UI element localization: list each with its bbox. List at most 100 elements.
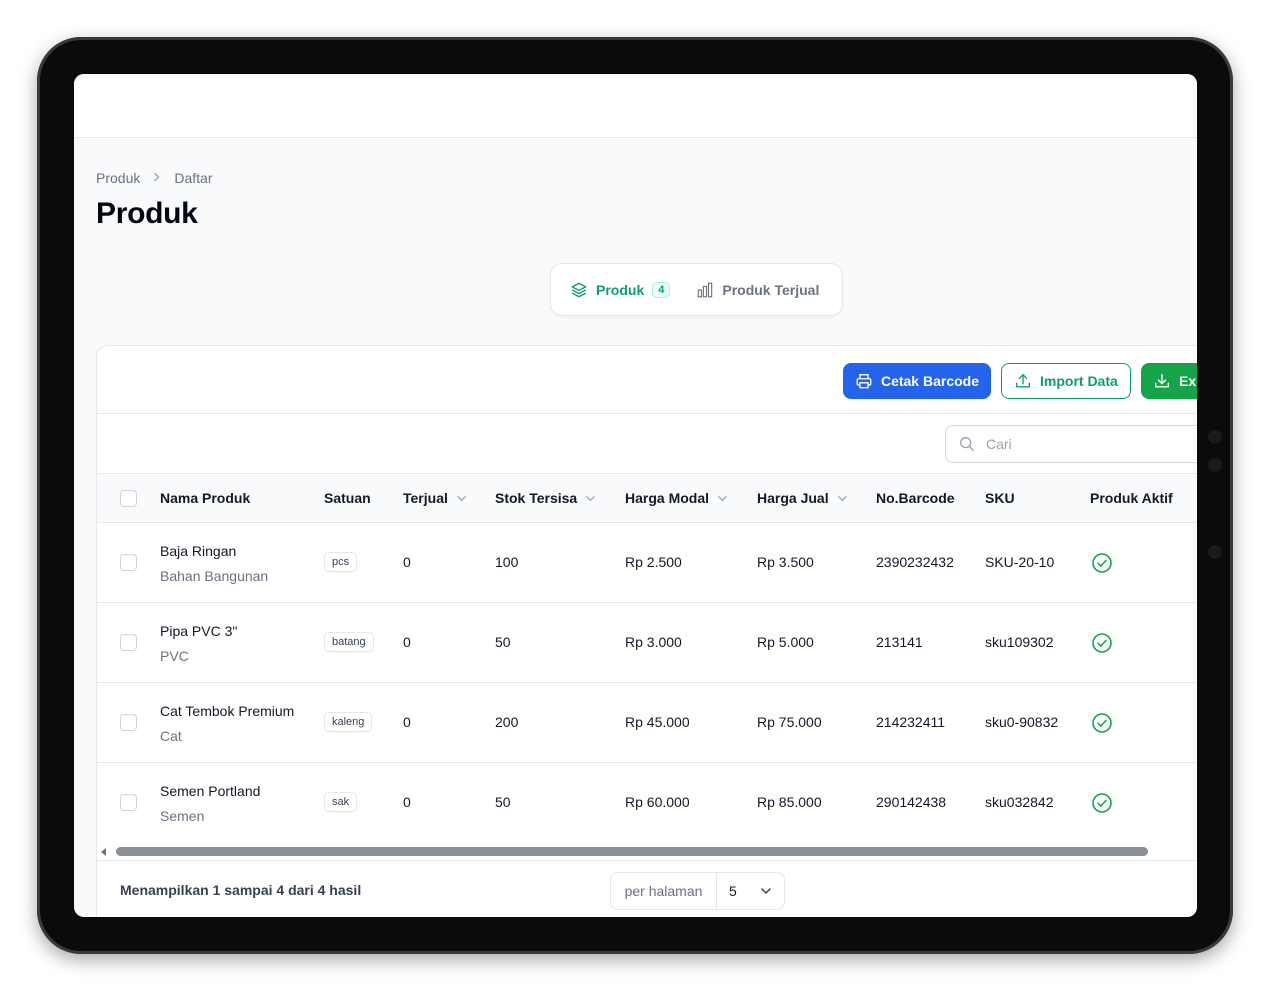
tab-produk-count: 4	[652, 281, 671, 298]
tab-bar: Produk 4 Produk Terjual	[550, 263, 843, 316]
stock-cell: 50	[495, 634, 511, 650]
page-title: Produk	[96, 197, 198, 230]
table-row[interactable]: Semen Portland Semen sak 0 50 Rp 60.000 …	[97, 763, 1197, 843]
print-barcode-button[interactable]: Cetak Barcode	[843, 363, 991, 399]
column-stok-tersisa[interactable]: Stok Tersisa	[495, 490, 596, 506]
chevron-down-icon	[718, 495, 727, 501]
search-box[interactable]	[945, 425, 1197, 463]
cost-price-cell: Rp 2.500	[625, 554, 682, 570]
table-row[interactable]: Baja Ringan Bahan Bangunan pcs 0 100 Rp …	[97, 523, 1197, 603]
sell-price-cell: Rp 85.000	[757, 794, 822, 810]
sell-price-cell: Rp 75.000	[757, 714, 822, 730]
sku-cell: SKU-20-10	[985, 554, 1055, 570]
sku-cell: sku0-90832	[985, 714, 1059, 730]
product-category: Cat	[160, 728, 182, 744]
chevron-down-icon	[586, 495, 596, 501]
row-checkbox[interactable]	[120, 554, 137, 571]
tab-produk[interactable]: Produk 4	[560, 272, 680, 308]
export-button[interactable]: Ex	[1141, 363, 1197, 399]
sku-cell: sku032842	[985, 794, 1054, 810]
check-circle-icon	[1092, 713, 1112, 733]
per-page-label: per halaman	[611, 873, 717, 909]
column-harga-modal[interactable]: Harga Modal	[625, 490, 728, 506]
per-page-value-box[interactable]: 5	[717, 883, 784, 899]
horizontal-scrollbar[interactable]	[97, 843, 1197, 861]
search-row	[97, 414, 1197, 474]
screen: Produk Daftar Produk Produk 4 Produk Ter…	[74, 74, 1197, 917]
sell-price-cell: Rp 5.000	[757, 634, 814, 650]
product-name[interactable]: Baja Ringan	[160, 543, 236, 559]
sold-cell: 0	[403, 714, 411, 730]
stock-cell: 50	[495, 794, 511, 810]
chevron-down-icon	[761, 888, 771, 895]
import-data-label: Import Data	[1040, 373, 1118, 389]
breadcrumb: Produk Daftar	[96, 170, 212, 186]
column-terjual[interactable]: Terjual	[403, 490, 467, 506]
breadcrumb-separator	[152, 171, 162, 185]
table-head: Nama Produk Satuan Terjual Stok Tersisa …	[97, 474, 1197, 523]
top-bar	[74, 74, 1197, 138]
per-page-select[interactable]: per halaman 5	[610, 872, 785, 910]
column-harga-jual[interactable]: Harga Jual	[757, 490, 848, 506]
table-header-actions: Cetak Barcode Import Data Ex	[97, 346, 1197, 414]
tab-produk-terjual-label: Produk Terjual	[722, 281, 820, 298]
camera-dot	[1208, 430, 1222, 444]
sensor-dot-2	[1208, 545, 1222, 559]
chevron-down-icon	[457, 495, 466, 501]
table-row[interactable]: Cat Tembok Premium Cat kaleng 0 200 Rp 4…	[97, 683, 1197, 763]
select-all-checkbox[interactable]	[120, 490, 137, 507]
row-checkbox[interactable]	[120, 794, 137, 811]
search-icon	[960, 437, 974, 451]
scroll-left-arrow-icon[interactable]	[101, 848, 106, 856]
stack-icon	[571, 282, 587, 297]
stock-cell: 200	[495, 714, 519, 730]
printer-icon	[856, 374, 872, 389]
product-category: Bahan Bangunan	[160, 568, 269, 584]
cost-price-cell: Rp 3.000	[625, 634, 682, 650]
product-name[interactable]: Semen Portland	[160, 783, 260, 799]
sensor-dot	[1208, 458, 1222, 472]
breadcrumb-item-produk[interactable]: Produk	[96, 170, 140, 186]
product-category: Semen	[160, 808, 205, 824]
sell-price-cell: Rp 3.500	[757, 554, 814, 570]
chevron-right-icon	[154, 172, 160, 182]
column-nama-produk: Nama Produk	[160, 490, 251, 506]
upload-icon	[1016, 374, 1030, 388]
check-circle-icon	[1092, 553, 1112, 573]
product-name[interactable]: Cat Tembok Premium	[160, 703, 294, 719]
export-label: Ex	[1179, 373, 1197, 389]
print-barcode-label: Cetak Barcode	[880, 373, 979, 389]
sold-cell: 0	[403, 794, 411, 810]
cost-price-cell: Rp 60.000	[625, 794, 690, 810]
scrollbar-thumb[interactable]	[116, 847, 1148, 856]
per-page-value: 5	[729, 883, 737, 899]
pagination-footer: Menampilkan 1 sampai 4 dari 4 hasil per …	[97, 860, 1197, 917]
cost-price-cell: Rp 45.000	[625, 714, 690, 730]
barcode-cell: 214232411	[876, 714, 946, 730]
tab-produk-label: Produk	[596, 281, 645, 298]
check-circle-icon	[1092, 633, 1112, 653]
pagination-summary: Menampilkan 1 sampai 4 dari 4 hasil	[120, 882, 362, 898]
tab-produk-terjual[interactable]: Produk Terjual	[686, 272, 829, 308]
column-produk-aktif: Produk Aktif	[1090, 490, 1173, 506]
unit-badge: batang	[324, 632, 374, 652]
stock-cell: 100	[495, 554, 519, 570]
barcode-cell: 213141	[876, 634, 923, 650]
chart-bar-icon	[698, 282, 713, 297]
sold-cell: 0	[403, 554, 411, 570]
search-input[interactable]	[986, 436, 1186, 452]
row-checkbox[interactable]	[120, 714, 137, 731]
unit-badge: sak	[324, 792, 358, 812]
table-row[interactable]: Pipa PVC 3" PVC batang 0 50 Rp 3.000 Rp …	[97, 603, 1197, 683]
unit-badge: kaleng	[324, 712, 373, 732]
product-name[interactable]: Pipa PVC 3"	[160, 623, 237, 639]
column-no-barcode: No.Barcode	[876, 490, 955, 506]
sold-cell: 0	[403, 634, 411, 650]
product-category: PVC	[160, 648, 189, 664]
check-circle-icon	[1092, 793, 1112, 813]
chevron-down-icon	[837, 495, 847, 501]
sku-cell: sku109302	[985, 634, 1054, 650]
import-data-button[interactable]: Import Data	[1001, 363, 1131, 399]
row-checkbox[interactable]	[120, 634, 137, 651]
barcode-cell: 290142438	[876, 794, 947, 810]
